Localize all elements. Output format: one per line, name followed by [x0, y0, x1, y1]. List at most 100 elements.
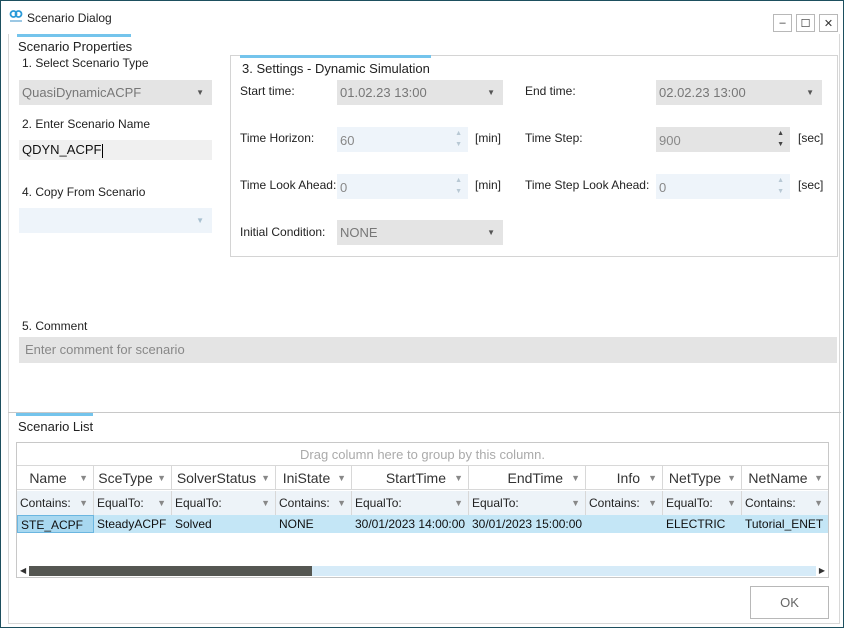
filter-icon[interactable]: ▼ — [571, 466, 580, 489]
group-by-drop-area[interactable]: Drag column here to group by this column… — [17, 443, 828, 466]
column-header-nettype[interactable]: NetType ▼ — [663, 466, 742, 489]
time-step-value: 900 — [659, 133, 681, 148]
spin-down-icon[interactable]: ▼ — [455, 188, 462, 195]
cell-nettype[interactable]: ELECTRIC — [663, 515, 742, 533]
cell-starttime[interactable]: 30/01/2023 14:00:00 — [352, 515, 469, 533]
filter-cell-netname[interactable]: Contains: ▼ — [742, 491, 828, 515]
column-header-label: IniState — [282, 470, 331, 486]
time-step-look-ahead-value: 0 — [659, 180, 667, 195]
filter-icon[interactable]: ▼ — [727, 491, 736, 515]
start-time-value: 01.02.23 13:00 — [340, 85, 427, 100]
cell-scetype[interactable]: SteadyACPF — [94, 515, 172, 533]
comment-input[interactable]: Enter comment for scenario — [19, 337, 837, 363]
initial-condition-label: Initial Condition: — [240, 225, 326, 239]
scenario-grid: Drag column here to group by this column… — [16, 442, 829, 578]
minimize-icon: – — [779, 17, 786, 29]
filter-icon[interactable]: ▼ — [261, 491, 270, 515]
cell-endtime[interactable]: 30/01/2023 15:00:00 — [469, 515, 586, 533]
start-time-picker[interactable]: 01.02.23 13:00 ▼ — [337, 80, 503, 105]
time-horizon-input[interactable]: 60 ▲ ▼ — [337, 127, 468, 152]
filter-icon[interactable]: ▼ — [79, 466, 88, 489]
scenario-dialog-window: Scenario Dialog – ☐ ✕ Scenario Propertie… — [0, 0, 844, 628]
cell-solverstatus[interactable]: Solved — [172, 515, 276, 533]
filter-cell-name[interactable]: Contains: ▼ — [17, 491, 94, 515]
filter-operator: EqualTo: — [97, 496, 144, 510]
filter-cell-solverstatus[interactable]: EqualTo: ▼ — [172, 491, 276, 515]
start-time-label: Start time: — [240, 84, 295, 98]
filter-icon[interactable]: ▼ — [814, 466, 823, 489]
settings-tab-accent — [240, 55, 431, 58]
column-header-netname[interactable]: NetName ▼ — [742, 466, 828, 489]
filter-icon[interactable]: ▼ — [648, 466, 657, 489]
chevron-down-icon: ▼ — [196, 88, 204, 97]
filter-icon[interactable]: ▼ — [79, 491, 88, 515]
filter-operator: Contains: — [589, 496, 640, 510]
cell-netname[interactable]: Tutorial_ENET — [742, 515, 828, 533]
cell-inistate[interactable]: NONE — [276, 515, 352, 533]
spin-down-icon[interactable]: ▼ — [455, 141, 462, 148]
filter-cell-info[interactable]: Contains: ▼ — [586, 491, 663, 515]
filter-operator: Contains: — [20, 496, 71, 510]
column-header-starttime[interactable]: StartTime ▼ — [352, 466, 469, 489]
column-header-label: StartTime — [385, 470, 446, 486]
spin-up-icon[interactable]: ▲ — [455, 130, 462, 137]
copy-from-label: 4. Copy From Scenario — [22, 185, 146, 199]
filter-cell-endtime[interactable]: EqualTo: ▼ — [469, 491, 586, 515]
column-header-name[interactable]: Name ▼ — [17, 466, 94, 489]
filter-cell-scetype[interactable]: EqualTo: ▼ — [94, 491, 172, 515]
filter-cell-inistate[interactable]: Contains: ▼ — [276, 491, 352, 515]
column-header-inistate[interactable]: IniState ▼ — [276, 466, 352, 489]
copy-from-dropdown[interactable]: ▼ — [19, 208, 212, 233]
time-step-input[interactable]: 900 ▲ ▼ — [656, 127, 790, 152]
filter-icon[interactable]: ▼ — [261, 466, 270, 489]
column-header-solverstatus[interactable]: SolverStatus ▼ — [172, 466, 276, 489]
scroll-right-icon[interactable]: ▶ — [819, 564, 825, 578]
scenario-name-value: QDYN_ACPF — [22, 142, 102, 157]
spin-down-icon[interactable]: ▼ — [777, 188, 784, 195]
spin-up-icon[interactable]: ▲ — [777, 130, 784, 137]
end-time-picker[interactable]: 02.02.23 13:00 ▼ — [656, 80, 822, 105]
spin-up-icon[interactable]: ▲ — [455, 177, 462, 184]
scroll-left-icon[interactable]: ◀ — [20, 564, 26, 578]
filter-icon[interactable]: ▼ — [727, 466, 736, 489]
filter-icon[interactable]: ▼ — [648, 491, 657, 515]
time-step-look-ahead-input[interactable]: 0 ▲ ▼ — [656, 174, 790, 199]
filter-cell-nettype[interactable]: EqualTo: ▼ — [663, 491, 742, 515]
time-horizon-value: 60 — [340, 133, 355, 148]
minimize-button[interactable]: – — [773, 14, 792, 32]
filter-icon[interactable]: ▼ — [571, 491, 580, 515]
column-header-scetype[interactable]: SceType ▼ — [94, 466, 172, 489]
column-header-info[interactable]: Info ▼ — [586, 466, 663, 489]
maximize-button[interactable]: ☐ — [796, 14, 815, 32]
end-time-label: End time: — [525, 84, 576, 98]
filter-operator: EqualTo: — [472, 496, 519, 510]
app-logo-icon — [9, 10, 23, 22]
ok-button[interactable]: OK — [750, 586, 829, 619]
filter-icon[interactable]: ▼ — [337, 466, 346, 489]
column-header-endtime[interactable]: EndTime ▼ — [469, 466, 586, 489]
close-button[interactable]: ✕ — [819, 14, 838, 32]
spin-up-icon[interactable]: ▲ — [777, 177, 784, 184]
filter-row: Contains: ▼ EqualTo: ▼ EqualTo: ▼ Contains:… — [17, 491, 828, 515]
filter-icon[interactable]: ▼ — [454, 491, 463, 515]
filter-cell-starttime[interactable]: EqualTo: ▼ — [352, 491, 469, 515]
scenario-name-input[interactable]: QDYN_ACPF — [19, 140, 212, 160]
time-look-ahead-input[interactable]: 0 ▲ ▼ — [337, 174, 468, 199]
filter-icon[interactable]: ▼ — [814, 491, 823, 515]
table-row[interactable]: STE_ACPF SteadyACPF Solved NONE 30/01/20… — [17, 515, 828, 533]
filter-icon[interactable]: ▼ — [157, 466, 166, 489]
scrollbar-thumb[interactable] — [29, 566, 312, 576]
cell-info[interactable] — [586, 515, 663, 533]
initial-condition-dropdown[interactable]: NONE ▼ — [337, 220, 503, 245]
spin-down-icon[interactable]: ▼ — [777, 141, 784, 148]
filter-icon[interactable]: ▼ — [454, 466, 463, 489]
scenario-type-dropdown[interactable]: QuasiDynamicACPF ▼ — [19, 80, 212, 105]
filter-icon[interactable]: ▼ — [157, 491, 166, 515]
maximize-icon: ☐ — [800, 17, 811, 30]
time-look-ahead-value: 0 — [340, 180, 348, 195]
filter-icon[interactable]: ▼ — [337, 491, 346, 515]
horizontal-scrollbar[interactable]: ◀ ▶ — [17, 564, 828, 576]
cell-name[interactable]: STE_ACPF — [17, 515, 94, 533]
title-bar: Scenario Dialog – ☐ ✕ — [1, 1, 843, 35]
column-header-label: SolverStatus — [176, 470, 257, 486]
